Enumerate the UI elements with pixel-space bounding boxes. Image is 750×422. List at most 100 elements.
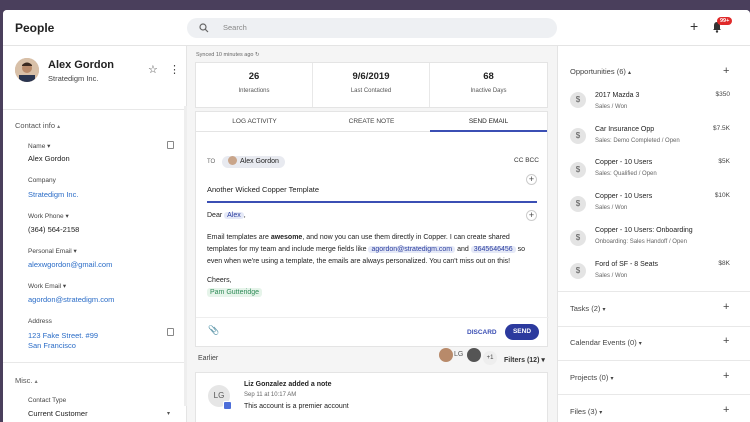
chevron-down-icon: ▾ [599, 410, 603, 416]
more-options-icon[interactable]: ⋮ [169, 63, 180, 76]
sync-status: Synced 10 minutes ago ↻ [196, 52, 260, 58]
tab-create-note[interactable]: CREATE NOTE [313, 112, 430, 132]
scrollbar[interactable] [184, 106, 187, 406]
add-field-icon[interactable]: + [526, 174, 537, 185]
projects-header[interactable]: Projects (0) ▾ [570, 373, 613, 382]
dollar-icon: $ [570, 128, 586, 144]
app-window: People Search + 99+ Alex Gordon Stratedi… [3, 10, 750, 422]
divider [3, 109, 187, 110]
contact-type-label: Contact Type [28, 397, 67, 404]
subject-underline [207, 201, 537, 203]
add-opportunity-icon[interactable]: + [723, 66, 729, 77]
divider [3, 362, 187, 363]
divider [558, 360, 750, 361]
chevron-up-icon: ▴ [34, 379, 38, 385]
calendar-events-header[interactable]: Calendar Events (0) ▾ [570, 338, 642, 347]
divider [558, 326, 750, 327]
opportunity-status: Sales / Won [595, 104, 628, 110]
avatar [15, 58, 39, 82]
work-phone-value[interactable]: (364) 564-2158 [28, 225, 79, 234]
contact-company[interactable]: Stratedigm Inc. [48, 74, 98, 83]
chevron-up-icon: ▴ [627, 70, 631, 76]
dollar-icon: $ [570, 162, 586, 178]
attachment-icon[interactable]: 📎 [208, 325, 219, 336]
opportunity-status: Sales / Won [595, 273, 628, 279]
opportunity-status: Sales / Won [595, 205, 628, 211]
work-email-label: Work Email ▾ [28, 283, 67, 290]
earlier-label: Earlier [198, 355, 219, 362]
add-task-icon[interactable]: + [723, 302, 729, 313]
files-header[interactable]: Files (3) ▾ [570, 407, 602, 416]
opportunity-name[interactable]: Ford of SF - 8 Seats [595, 261, 658, 268]
activity-title: Liz Gonzalez added a note [244, 381, 332, 388]
address-line2[interactable]: San Francisco [28, 341, 76, 350]
signature[interactable]: Pam Gutteridge [207, 287, 263, 299]
personal-email-value[interactable]: alexwgordon@gmail.com [28, 260, 112, 269]
add-icon[interactable]: + [690, 19, 698, 33]
misc-header[interactable]: Misc. ▴ [15, 376, 38, 385]
send-button[interactable]: SEND [505, 324, 539, 340]
email-body[interactable]: Email templates are awesome, and now you… [207, 232, 542, 268]
recipient-chip[interactable]: Alex Gordon [222, 156, 285, 168]
address-line1[interactable]: 123 Fake Street. #99 [28, 331, 98, 340]
opportunity-name[interactable]: Copper - 10 Users [595, 193, 652, 200]
tab-send-email[interactable]: SEND EMAIL [430, 112, 547, 132]
opportunity-name[interactable]: Copper - 10 Users: Onboarding [595, 227, 693, 234]
add-project-icon[interactable]: + [723, 371, 729, 382]
tab-log-activity[interactable]: LOG ACTIVITY [196, 112, 313, 132]
related-panel: Opportunities (6) ▴ + $ 2017 Mazda 3 Sal… [557, 46, 750, 422]
copy-icon[interactable] [167, 141, 174, 149]
opportunity-amount: $5K [718, 158, 730, 165]
subject-field[interactable]: Another Wicked Copper Template [207, 185, 319, 194]
name-label: Name ▾ [28, 143, 51, 150]
discard-button[interactable]: DISCARD [467, 329, 497, 336]
opportunity-amount: $7.5K [713, 125, 730, 132]
opportunity-name[interactable]: Car Insurance Opp [595, 126, 654, 133]
merge-field-phone: 3645646456 [470, 246, 516, 253]
dollar-icon: $ [570, 230, 586, 246]
top-bar: People Search + 99+ [3, 10, 750, 46]
activity-item[interactable]: LG Liz Gonzalez added a note Sep 11 at 1… [195, 372, 548, 422]
avatar[interactable] [467, 348, 481, 362]
company-label: Company [28, 177, 56, 184]
chevron-up-icon: ▴ [57, 124, 61, 130]
dollar-icon: $ [570, 263, 586, 279]
filters-button[interactable]: Filters (12) ▾ [504, 356, 545, 364]
contact-info-header[interactable]: Contact info ▴ [15, 121, 60, 130]
stat-last-contacted: 9/6/2019 Last Contacted [313, 63, 430, 107]
opportunities-header[interactable]: Opportunities (6) ▴ [570, 67, 631, 76]
add-merge-field-icon[interactable]: + [526, 210, 537, 221]
chevron-down-icon: ▾ [610, 376, 614, 382]
greeting-line[interactable]: Dear Alex, [207, 210, 246, 222]
stat-inactive-days: 68 Inactive Days [470, 71, 507, 94]
stats-card: 26 Interactions 9/6/2019 Last Contacted 68… [195, 62, 548, 108]
address-label: Address [28, 318, 52, 325]
company-value[interactable]: Stratedigm Inc. [28, 190, 78, 199]
name-value[interactable]: Alex Gordon [28, 154, 70, 163]
cc-bcc-button[interactable]: CC BCC [514, 157, 539, 164]
tasks-header[interactable]: Tasks (2) ▾ [570, 304, 606, 313]
search-input[interactable]: Search [223, 23, 247, 32]
to-label: TO [207, 159, 216, 165]
add-event-icon[interactable]: + [723, 336, 729, 347]
personal-email-label: Personal Email ▾ [28, 248, 77, 255]
dollar-icon: $ [570, 196, 586, 212]
avatar [228, 156, 237, 165]
contact-type-select[interactable]: Current Customer [28, 409, 88, 418]
avatar-initials[interactable]: LG [454, 351, 463, 358]
opportunity-name[interactable]: Copper - 10 Users [595, 159, 652, 166]
chevron-down-icon: ▾ [638, 341, 642, 347]
star-icon[interactable]: ☆ [148, 63, 158, 76]
opportunity-amount: $350 [715, 91, 730, 98]
search-bar[interactable]: Search [187, 18, 557, 38]
add-file-icon[interactable]: + [723, 405, 729, 416]
work-email-value[interactable]: agordon@stratedigm.com [28, 295, 114, 304]
copy-icon[interactable] [167, 328, 174, 336]
avatar[interactable] [439, 348, 453, 362]
notification-badge: 99+ [717, 17, 733, 25]
opportunity-name[interactable]: 2017 Mazda 3 [595, 92, 639, 99]
chevron-down-icon[interactable]: ▾ [167, 410, 170, 417]
more-avatars[interactable]: +1 [483, 351, 497, 365]
signoff[interactable]: Cheers, [207, 275, 232, 287]
note-icon [223, 401, 232, 410]
